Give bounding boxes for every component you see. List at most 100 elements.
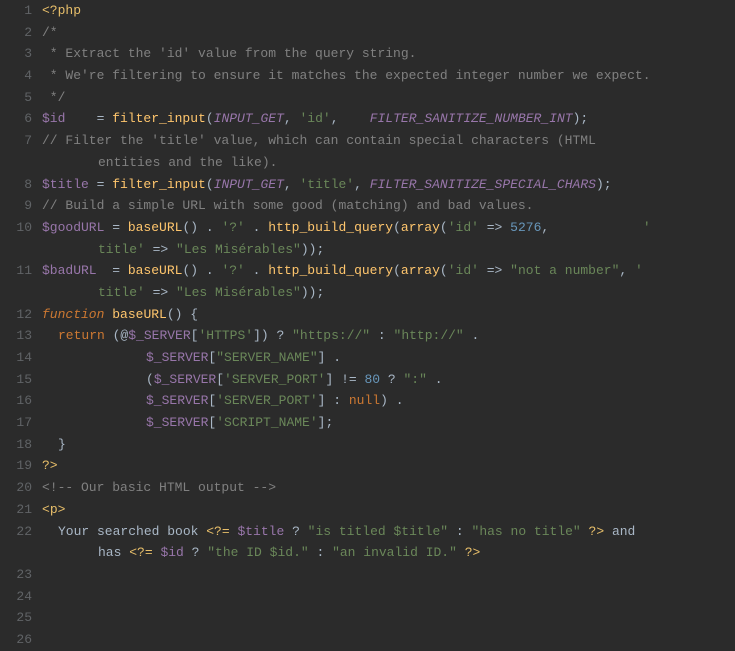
code-token: ?: [284, 524, 307, 539]
code-line[interactable]: entities and the like).: [42, 152, 735, 174]
code-line[interactable]: $badURL = baseURL() . '?' . http_build_q…: [42, 260, 735, 282]
code-line[interactable]: }: [42, 434, 735, 456]
code-token: () .: [182, 263, 221, 278]
code-token: "Les Misérables": [176, 242, 301, 257]
code-line[interactable]: $_SERVER['SERVER_PORT'] : null) .: [42, 390, 735, 412]
code-token: "is titled $title": [308, 524, 448, 539]
code-line[interactable]: * We're filtering to ensure it matches t…: [42, 65, 735, 87]
code-token: =>: [145, 285, 176, 300]
code-line[interactable]: ?>: [42, 455, 735, 477]
code-line[interactable]: // Filter the 'title' value, which can c…: [42, 130, 735, 152]
line-number: [0, 282, 32, 304]
line-number: 12: [0, 304, 32, 326]
code-line[interactable]: * Extract the 'id' value from the query …: [42, 43, 735, 65]
line-number: [0, 542, 32, 564]
code-token: $_SERVER: [154, 372, 216, 387]
code-token: baseURL: [128, 263, 183, 278]
code-token: ));: [301, 242, 324, 257]
code-token: <!-- Our basic HTML output -->: [42, 480, 276, 495]
code-line[interactable]: // Build a simple URL with some good (ma…: [42, 195, 735, 217]
code-token: $goodURL: [42, 220, 104, 235]
code-line[interactable]: $id = filter_input(INPUT_GET, 'id', FILT…: [42, 108, 735, 130]
code-token: function: [42, 307, 104, 322]
code-token: ?>: [42, 458, 58, 473]
line-number: 17: [0, 412, 32, 434]
code-token: .: [245, 263, 268, 278]
line-number: 23: [0, 564, 32, 586]
code-token: Your searched book: [58, 524, 206, 539]
code-token: $_SERVER: [128, 328, 190, 343]
code-token: p: [50, 502, 58, 517]
code-line[interactable]: title' => "Les Misérables"));: [42, 282, 735, 304]
line-number: 9: [0, 195, 32, 217]
code-token: (: [440, 263, 448, 278]
code-token: ': [643, 220, 651, 235]
code-token: [581, 524, 589, 539]
line-number: [0, 239, 32, 261]
code-token: $title: [42, 177, 89, 192]
code-area[interactable]: <?php /* * Extract the 'id' value from th…: [42, 0, 735, 565]
code-token: >: [58, 502, 66, 517]
code-token: ":": [404, 372, 427, 387]
code-token: baseURL: [112, 307, 167, 322]
code-token: baseURL: [128, 220, 183, 235]
code-line[interactable]: return (@$_SERVER['HTTPS']) ? "https://"…: [42, 325, 735, 347]
code-line[interactable]: function baseURL() {: [42, 304, 735, 326]
code-token: .: [427, 372, 443, 387]
code-line[interactable]: $goodURL = baseURL() . '?' . http_build_…: [42, 217, 735, 239]
code-line[interactable]: /*: [42, 22, 735, 44]
code-token: );: [596, 177, 612, 192]
line-number: 6: [0, 108, 32, 130]
code-token: /*: [42, 25, 58, 40]
code-token: * Extract the 'id' value from the query …: [42, 46, 416, 61]
line-number: 21: [0, 499, 32, 521]
code-token: () .: [182, 220, 221, 235]
code-token: ,: [619, 263, 635, 278]
code-token: ?: [184, 545, 207, 560]
code-token: ] !=: [325, 372, 364, 387]
code-token: ] :: [318, 393, 349, 408]
code-token: <?=: [129, 545, 152, 560]
code-token: "an invalid ID.": [332, 545, 457, 560]
line-number: 3: [0, 43, 32, 65]
code-token: array: [401, 220, 440, 235]
code-token: filter_input: [112, 111, 206, 126]
code-line[interactable]: <!-- Our basic HTML output -->: [42, 477, 735, 499]
code-token: "SERVER_NAME": [216, 350, 317, 365]
code-line[interactable]: $title = filter_input(INPUT_GET, 'title'…: [42, 174, 735, 196]
code-token: ,: [541, 220, 642, 235]
line-number: 20: [0, 477, 32, 499]
code-token: 'SERVER_PORT': [224, 372, 325, 387]
code-line[interactable]: title' => "Les Misérables"));: [42, 239, 735, 261]
code-token: $title: [237, 524, 284, 539]
code-line[interactable]: <?php: [42, 0, 735, 22]
line-number-gutter: 1234567891011121314151617181920212223242…: [0, 0, 42, 565]
code-token: ?>: [589, 524, 605, 539]
line-number: 18: [0, 434, 32, 456]
code-token: ];: [318, 415, 334, 430]
code-token: */: [42, 90, 65, 105]
code-token: return: [58, 328, 105, 343]
code-line[interactable]: ($_SERVER['SERVER_PORT'] != 80 ? ":" .: [42, 369, 735, 391]
line-number: 14: [0, 347, 32, 369]
code-token: ?: [380, 372, 403, 387]
code-token: http_build_query: [268, 220, 393, 235]
code-line[interactable]: $_SERVER["SERVER_NAME"] .: [42, 347, 735, 369]
code-token: $_SERVER: [146, 393, 208, 408]
code-line[interactable]: <p>: [42, 499, 735, 521]
code-token: (: [440, 220, 448, 235]
code-token: :: [309, 545, 332, 560]
code-editor[interactable]: 1234567891011121314151617181920212223242…: [0, 0, 735, 565]
code-token: $_SERVER: [146, 350, 208, 365]
code-token: filter_input: [112, 177, 206, 192]
code-line[interactable]: */: [42, 87, 735, 109]
code-token: FILTER_SANITIZE_NUMBER_INT: [370, 111, 573, 126]
code-line[interactable]: has <?= $id ? "the ID $id." : "an invali…: [42, 542, 735, 564]
code-token: =: [97, 263, 128, 278]
code-token: "the ID $id.": [207, 545, 308, 560]
code-token: ,: [354, 177, 370, 192]
code-line[interactable]: Your searched book <?= $title ? "is titl…: [42, 521, 735, 543]
code-token: $id: [42, 111, 65, 126]
code-line[interactable]: $_SERVER['SCRIPT_NAME'];: [42, 412, 735, 434]
code-token: 'title': [299, 177, 354, 192]
